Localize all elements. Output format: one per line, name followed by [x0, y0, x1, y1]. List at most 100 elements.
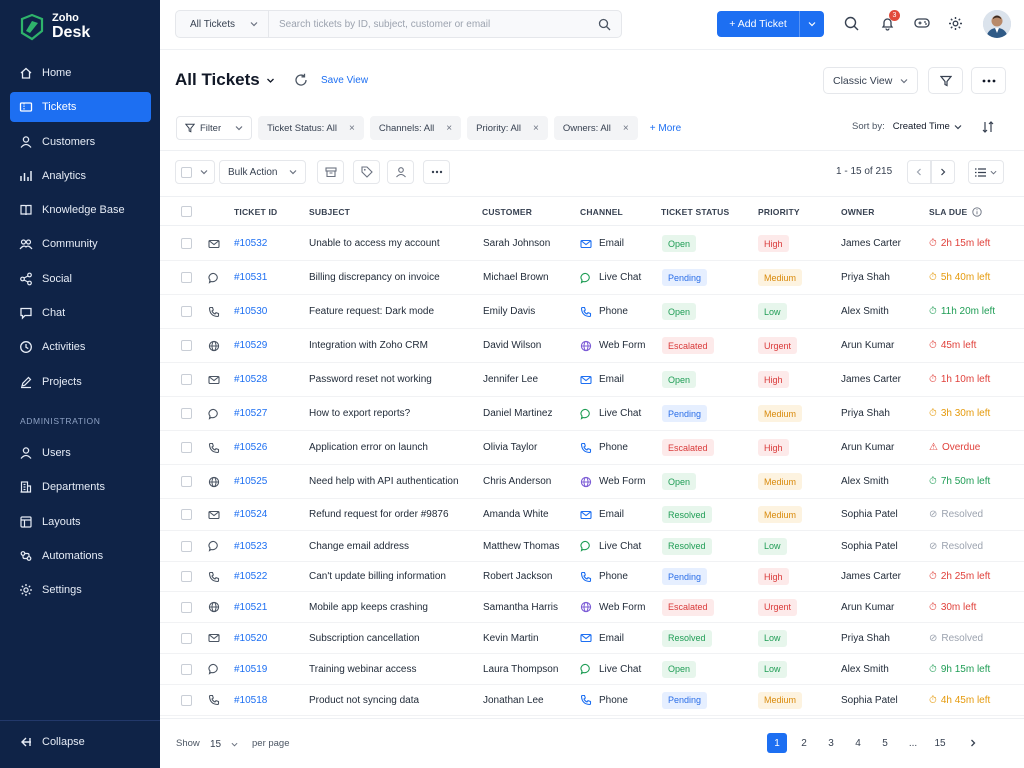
notifications-button[interactable]: 3	[878, 10, 900, 32]
table-row[interactable]: #10522 Can't update billing information Ro…	[160, 562, 1024, 592]
row-checkbox[interactable]	[181, 306, 192, 317]
ticket-id-link[interactable]: #10531	[234, 261, 267, 294]
column-header-ticket-id[interactable]: TICKET ID	[234, 207, 277, 217]
filter-chip-priority[interactable]: Priority: All ×	[467, 116, 548, 140]
table-row[interactable]: #10530 Feature request: Dark mode Emily Da…	[160, 295, 1024, 329]
table-row[interactable]: #10532 Unable to access my account Sarah J…	[160, 227, 1024, 261]
table-row[interactable]: #10518 Product not syncing data Jonathan L…	[160, 685, 1024, 716]
save-view-link[interactable]: Save View	[321, 75, 368, 86]
sidebar-item-knowledge-base[interactable]: Knowledge Base	[10, 195, 151, 225]
ticket-id-link[interactable]: #10525	[234, 465, 267, 498]
ticket-id-link[interactable]: #10521	[234, 592, 267, 622]
archive-button[interactable]	[317, 160, 344, 184]
ticket-id-link[interactable]: #10518	[234, 685, 267, 715]
ticket-subject[interactable]: Subscription cancellation	[309, 623, 420, 653]
sort-direction-icon[interactable]	[981, 120, 995, 134]
ticket-subject[interactable]: Mobile app keeps crashing	[309, 592, 428, 622]
row-checkbox[interactable]	[181, 408, 192, 419]
ticket-subject[interactable]: Can't update billing information	[309, 562, 446, 591]
sidebar-item-automations[interactable]: Automations	[10, 541, 151, 571]
ticket-id-link[interactable]: #10528	[234, 363, 267, 396]
filter-chip-channels[interactable]: Channels: All ×	[369, 116, 462, 140]
row-checkbox[interactable]	[181, 663, 192, 675]
select-all-checkbox[interactable]	[181, 166, 192, 178]
column-header-priority[interactable]: PRIORITY	[758, 207, 800, 217]
more-actions-button[interactable]	[423, 160, 450, 184]
ticket-id-link[interactable]: #10530	[234, 295, 267, 328]
ticket-subject[interactable]: Training webinar access	[309, 654, 416, 684]
tag-button[interactable]	[353, 160, 380, 184]
zoho-desk-logo[interactable]: Zoho Desk	[18, 10, 90, 44]
table-row[interactable]: #10527 How to export reports? Daniel Marti…	[160, 397, 1024, 431]
header-checkbox[interactable]	[181, 206, 192, 217]
table-row[interactable]: #10520 Subscription cancellation Kevin Mar…	[160, 623, 1024, 654]
row-checkbox[interactable]	[181, 238, 192, 249]
row-checkbox[interactable]	[181, 601, 192, 613]
add-ticket-dropdown[interactable]	[800, 11, 824, 37]
filter-chip-owners[interactable]: Owners: All ×	[553, 116, 638, 140]
row-checkbox[interactable]	[181, 540, 192, 552]
sidebar-item-social[interactable]: Social	[10, 264, 151, 294]
row-checkbox[interactable]	[181, 442, 192, 453]
column-header-ticket-status[interactable]: TICKET STATUS	[661, 207, 729, 217]
close-icon[interactable]: ×	[349, 123, 355, 134]
ticket-id-link[interactable]: #10519	[234, 654, 267, 684]
table-row[interactable]: #10521 Mobile app keeps crashing Samantha …	[160, 592, 1024, 623]
ticket-subject[interactable]: Application error on launch	[309, 431, 428, 464]
ticket-id-link[interactable]: #10532	[234, 227, 267, 260]
collapse-button[interactable]: Collapse	[19, 735, 85, 749]
ticket-subject[interactable]: Unable to access my account	[309, 227, 440, 260]
search-input[interactable]	[269, 11, 591, 37]
row-checkbox[interactable]	[181, 272, 192, 283]
ticket-subject[interactable]: Billing discrepancy on invoice	[309, 261, 440, 294]
ticket-id-link[interactable]: #10527	[234, 397, 267, 430]
column-header-channel[interactable]: CHANNEL	[580, 207, 623, 217]
page-number[interactable]: 3	[821, 733, 841, 753]
sidebar-item-layouts[interactable]: Layouts	[10, 507, 151, 537]
row-checkbox[interactable]	[181, 374, 192, 385]
table-row[interactable]: #10524 Refund request for order #9876 Aman…	[160, 499, 1024, 531]
ticket-id-link[interactable]: #10522	[234, 562, 267, 591]
page-number[interactable]: 1	[767, 733, 787, 753]
ticket-subject[interactable]: Integration with Zoho CRM	[309, 329, 428, 362]
table-row[interactable]: #10519 Training webinar access Laura Thomp…	[160, 654, 1024, 685]
sidebar-item-home[interactable]: Home	[10, 58, 151, 88]
column-header-customer[interactable]: CUSTOMER	[482, 207, 532, 217]
filter-button[interactable]: Filter	[176, 116, 253, 140]
select-all-dropdown[interactable]	[175, 160, 215, 184]
row-checkbox[interactable]	[181, 340, 192, 351]
filter-chip-status[interactable]: Ticket Status: All ×	[258, 116, 364, 140]
ticket-subject[interactable]: Product not syncing data	[309, 685, 419, 715]
column-header-owner[interactable]: OWNER	[841, 207, 875, 217]
page-number[interactable]: 5	[875, 733, 895, 753]
sidebar-item-chat[interactable]: Chat	[10, 298, 151, 328]
table-row[interactable]: #10525 Need help with API authentication C…	[160, 465, 1024, 499]
page-number[interactable]: 15	[930, 733, 950, 753]
sidebar-item-departments[interactable]: Departments	[10, 472, 151, 502]
next-page-arrow[interactable]	[963, 733, 983, 753]
sidebar-item-customers[interactable]: Customers	[10, 127, 151, 157]
sidebar-item-users[interactable]: Users	[10, 438, 151, 468]
info-icon[interactable]	[972, 207, 983, 217]
row-checkbox[interactable]	[181, 632, 192, 644]
search-scope-dropdown[interactable]: All Tickets	[176, 11, 269, 37]
column-header-subject[interactable]: SUBJECT	[309, 207, 350, 217]
list-view-dropdown[interactable]	[968, 160, 1004, 184]
ticket-id-link[interactable]: #10526	[234, 431, 267, 464]
row-checkbox[interactable]	[181, 476, 192, 487]
refresh-icon[interactable]	[294, 73, 308, 87]
gamepad-button[interactable]	[913, 14, 931, 32]
assign-button[interactable]	[387, 160, 414, 184]
sidebar-item-activities[interactable]: Activities	[10, 332, 151, 362]
close-icon[interactable]: ×	[446, 123, 452, 134]
next-page-button[interactable]	[931, 160, 955, 184]
ticket-id-link[interactable]: #10520	[234, 623, 267, 653]
sidebar-item-tickets[interactable]: Tickets	[10, 92, 151, 123]
ticket-subject[interactable]: Refund request for order #9876	[309, 499, 449, 530]
ticket-id-link[interactable]: #10524	[234, 499, 267, 530]
page-number[interactable]: 4	[848, 733, 868, 753]
sidebar-item-projects[interactable]: Projects	[10, 367, 151, 397]
sidebar-item-settings[interactable]: Settings	[10, 575, 151, 605]
ticket-subject[interactable]: Change email address	[309, 531, 409, 561]
prev-page-button[interactable]	[907, 160, 931, 184]
